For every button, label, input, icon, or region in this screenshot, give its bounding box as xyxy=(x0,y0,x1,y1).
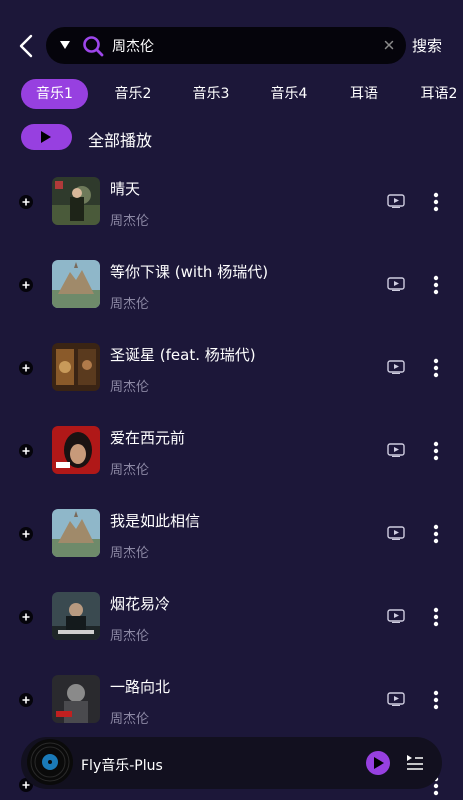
mini-player[interactable]: Fly音乐-Plus xyxy=(21,737,442,789)
song-row[interactable]: 等你下课 (with 杨瑞代) 周杰伦 xyxy=(0,243,463,326)
song-artist: 周杰伦 xyxy=(110,463,150,478)
video-icon[interactable] xyxy=(387,609,405,623)
tab-whisper[interactable]: 耳语 xyxy=(335,79,393,109)
song-artist: 周杰伦 xyxy=(110,629,150,644)
song-row[interactable]: 晴天 周杰伦 xyxy=(0,160,463,243)
tab-music-1[interactable]: 音乐1 xyxy=(21,79,88,109)
tab-music-2[interactable]: 音乐2 xyxy=(102,79,164,109)
song-row[interactable]: 我是如此相信 周杰伦 xyxy=(0,492,463,575)
search-input[interactable] xyxy=(112,27,366,64)
video-icon[interactable] xyxy=(387,194,405,208)
more-vertical-icon[interactable] xyxy=(431,607,441,627)
video-icon[interactable] xyxy=(387,526,405,540)
album-cover xyxy=(52,426,100,474)
play-icon xyxy=(41,131,51,143)
tab-music-3[interactable]: 音乐3 xyxy=(180,79,242,109)
plus-icon[interactable] xyxy=(19,610,33,624)
player-title: Fly音乐-Plus xyxy=(81,758,163,774)
back-arrow-icon[interactable] xyxy=(14,33,38,59)
plus-icon[interactable] xyxy=(19,527,33,541)
search-button[interactable]: 搜索 xyxy=(412,35,442,56)
plus-icon[interactable] xyxy=(19,444,33,458)
category-tabs: 音乐1 音乐2 音乐3 音乐4 耳语 耳语2 xyxy=(0,79,463,111)
song-artist: 周杰伦 xyxy=(110,214,150,229)
tab-music-4[interactable]: 音乐4 xyxy=(258,79,320,109)
video-icon[interactable] xyxy=(387,443,405,457)
album-cover xyxy=(52,260,100,308)
song-title: 晴天 xyxy=(110,180,141,198)
song-title: 圣诞星 (feat. 杨瑞代) xyxy=(110,346,256,364)
song-title: 烟花易冷 xyxy=(110,595,171,613)
more-vertical-icon[interactable] xyxy=(431,524,441,544)
more-vertical-icon[interactable] xyxy=(431,358,441,378)
plus-icon[interactable] xyxy=(19,278,33,292)
play-all-button[interactable] xyxy=(21,124,72,150)
album-cover xyxy=(52,509,100,557)
close-icon[interactable] xyxy=(382,38,396,52)
video-icon[interactable] xyxy=(387,692,405,706)
play-all-label[interactable]: 全部播放 xyxy=(88,127,152,151)
album-cover xyxy=(52,592,100,640)
more-vertical-icon[interactable] xyxy=(431,192,441,212)
plus-icon[interactable] xyxy=(19,195,33,209)
playlist-icon[interactable] xyxy=(406,754,424,770)
vinyl-disc-icon[interactable] xyxy=(27,739,73,785)
song-title: 一路向北 xyxy=(110,678,171,696)
play-icon xyxy=(374,757,384,769)
video-icon[interactable] xyxy=(387,360,405,374)
album-cover xyxy=(52,675,100,723)
song-artist: 周杰伦 xyxy=(110,297,150,312)
song-row[interactable]: 圣诞星 (feat. 杨瑞代) 周杰伦 xyxy=(0,326,463,409)
triangle-down-icon[interactable] xyxy=(60,40,70,50)
album-cover xyxy=(52,343,100,391)
play-button[interactable] xyxy=(366,751,390,775)
plus-icon[interactable] xyxy=(19,693,33,707)
more-vertical-icon[interactable] xyxy=(431,275,441,295)
song-row[interactable]: 烟花易冷 周杰伦 xyxy=(0,575,463,658)
song-artist: 周杰伦 xyxy=(110,546,150,561)
more-vertical-icon[interactable] xyxy=(431,441,441,461)
song-title: 爱在西元前 xyxy=(110,429,186,447)
song-row[interactable]: 爱在西元前 周杰伦 xyxy=(0,409,463,492)
search-box[interactable] xyxy=(46,27,406,64)
plus-icon[interactable] xyxy=(19,361,33,375)
album-cover xyxy=(52,177,100,225)
song-title: 我是如此相信 xyxy=(110,512,201,530)
song-artist: 周杰伦 xyxy=(110,712,150,727)
song-artist: 周杰伦 xyxy=(110,380,150,395)
top-bar: 搜索 xyxy=(0,27,463,64)
song-title: 等你下课 (with 杨瑞代) xyxy=(110,263,269,281)
tab-whisper-2[interactable]: 耳语2 xyxy=(410,79,463,109)
video-icon[interactable] xyxy=(387,277,405,291)
song-row[interactable]: 一路向北 周杰伦 xyxy=(0,658,463,741)
search-icon xyxy=(82,35,104,57)
more-vertical-icon[interactable] xyxy=(431,690,441,710)
